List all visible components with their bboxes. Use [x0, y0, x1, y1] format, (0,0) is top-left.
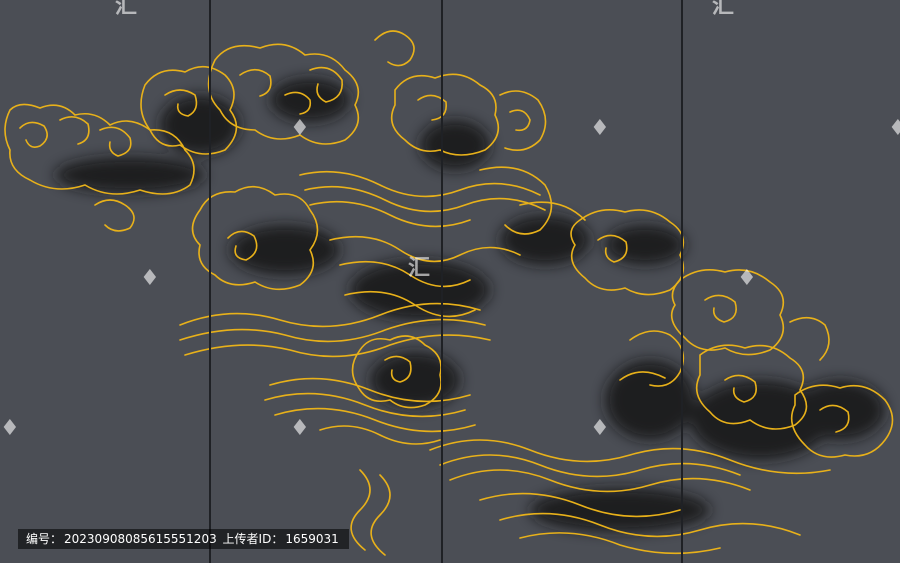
golden-cloud-artwork — [4, 30, 894, 556]
uploader-label: 上传者ID： — [222, 532, 284, 546]
artwork-canvas: 汇 汇 ♦ ♦ ♦ ♦ ♦ 汇 ♦ ♦ ♦ 编号： 202309080856155… — [0, 0, 900, 563]
panel-divider-2 — [441, 0, 443, 563]
image-info-caption: 编号： 20230908085615551203 上传者ID： 1659031 — [18, 529, 349, 549]
id-value: 20230908085615551203 — [64, 532, 217, 546]
panel-divider-1 — [209, 0, 211, 563]
panel-divider-3 — [681, 0, 683, 563]
id-label: 编号： — [26, 532, 63, 546]
cloud-shadows — [55, 78, 885, 532]
uploader-value: 1659031 — [285, 532, 339, 546]
